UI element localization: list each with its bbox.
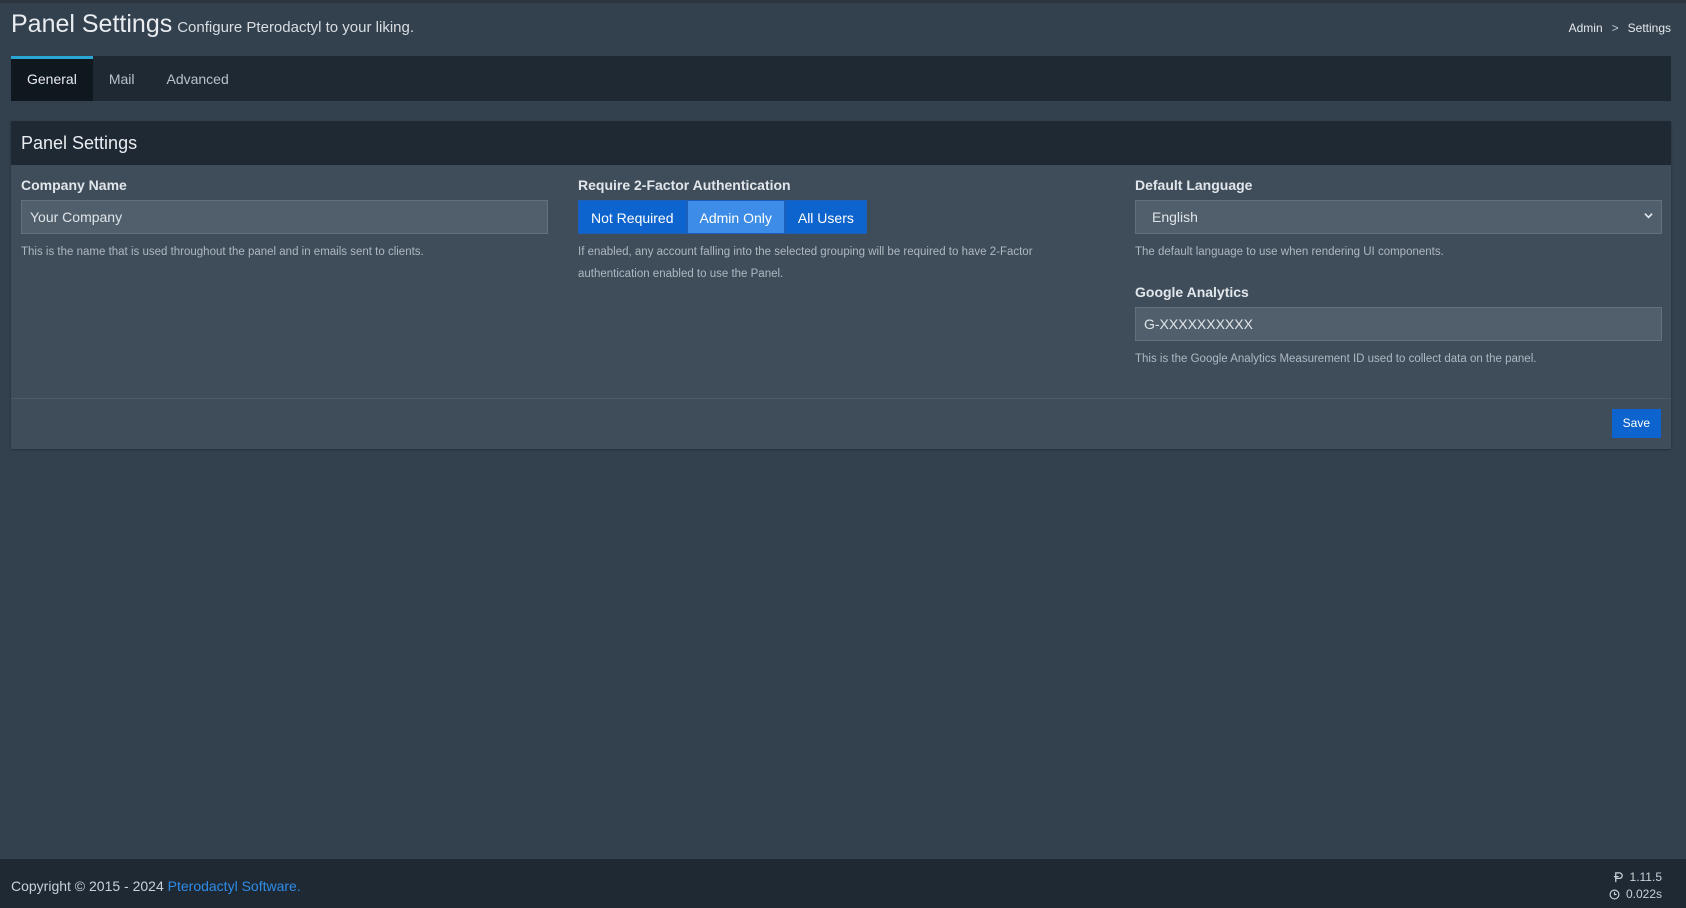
default-language-value: English bbox=[1152, 209, 1198, 225]
breadcrumb-admin[interactable]: Admin bbox=[1569, 21, 1603, 35]
top-strip bbox=[0, 0, 1686, 3]
chevron-down-icon bbox=[1644, 213, 1653, 219]
render-time: 0.022s bbox=[1625, 887, 1662, 901]
pterodactyl-link[interactable]: Pterodactyl Software. bbox=[168, 878, 301, 894]
settings-tabs: General Mail Advanced bbox=[11, 56, 1671, 101]
default-language-help: The default language to use when renderi… bbox=[1135, 246, 1444, 258]
breadcrumb: Admin > Settings bbox=[1569, 21, 1671, 35]
two-factor-field: Require 2-Factor Authentication Not Requ… bbox=[578, 177, 1058, 285]
two-factor-help: If enabled, any account falling into the… bbox=[578, 246, 1033, 280]
two-factor-button-group: Not Required Admin Only All Users bbox=[578, 200, 1058, 234]
page-title: Panel Settings Configure Pterodactyl to … bbox=[11, 10, 1671, 39]
google-analytics-label: Google Analytics bbox=[1135, 284, 1249, 300]
box-footer: Save bbox=[11, 398, 1671, 449]
pterodactyl-p-icon bbox=[1613, 872, 1623, 883]
panel-settings-box: Panel Settings Company Name Your Company… bbox=[11, 121, 1671, 449]
page-subtitle: Configure Pterodactyl to your liking. bbox=[177, 19, 415, 36]
content-header: Panel Settings Configure Pterodactyl to … bbox=[11, 10, 1671, 50]
breadcrumb-separator: > bbox=[1611, 21, 1619, 35]
two-factor-label: Require 2-Factor Authentication bbox=[578, 177, 791, 193]
admin-only-option[interactable]: Admin Only bbox=[686, 200, 785, 234]
version-row: 1.11.5 bbox=[1609, 869, 1662, 886]
all-users-option[interactable]: All Users bbox=[784, 200, 867, 234]
google-analytics-field: Google Analytics G-XXXXXXXXXX This is th… bbox=[1135, 284, 1665, 370]
main-footer: Copyright © 2015 - 2024 Pterodactyl Soft… bbox=[0, 859, 1686, 908]
box-title: Panel Settings bbox=[21, 132, 138, 153]
box-header: Panel Settings bbox=[11, 121, 1671, 165]
company-name-help: This is the name that is used throughout… bbox=[21, 246, 424, 258]
tab-mail[interactable]: Mail bbox=[93, 56, 151, 101]
version-info: 1.11.5 0.022s bbox=[1609, 869, 1662, 903]
google-analytics-help: This is the Google Analytics Measurement… bbox=[1135, 353, 1537, 365]
company-name-field: Company Name Your Company This is the na… bbox=[21, 177, 551, 263]
not-required-option[interactable]: Not Required bbox=[578, 200, 687, 234]
breadcrumb-settings: Settings bbox=[1627, 21, 1671, 35]
tab-advanced[interactable]: Advanced bbox=[150, 56, 244, 101]
save-button[interactable]: Save bbox=[1611, 409, 1661, 438]
default-language-field: Default Language English The default lan… bbox=[1135, 177, 1665, 263]
tab-general[interactable]: General bbox=[11, 56, 93, 101]
box-body: Company Name Your Company This is the na… bbox=[11, 165, 1671, 398]
default-language-label: Default Language bbox=[1135, 177, 1253, 193]
company-name-input[interactable]: Your Company bbox=[21, 200, 548, 234]
copyright: Copyright © 2015 - 2024 Pterodactyl Soft… bbox=[11, 878, 301, 894]
render-time-row: 0.022s bbox=[1609, 886, 1662, 903]
default-language-select[interactable]: English bbox=[1135, 200, 1662, 234]
company-name-label: Company Name bbox=[21, 177, 127, 193]
clock-icon bbox=[1609, 889, 1620, 900]
copyright-text: Copyright © 2015 - 2024 bbox=[11, 878, 168, 894]
page-title-text: Panel Settings bbox=[11, 10, 173, 38]
google-analytics-input[interactable]: G-XXXXXXXXXX bbox=[1135, 307, 1662, 341]
version-number: 1.11.5 bbox=[1629, 870, 1662, 884]
